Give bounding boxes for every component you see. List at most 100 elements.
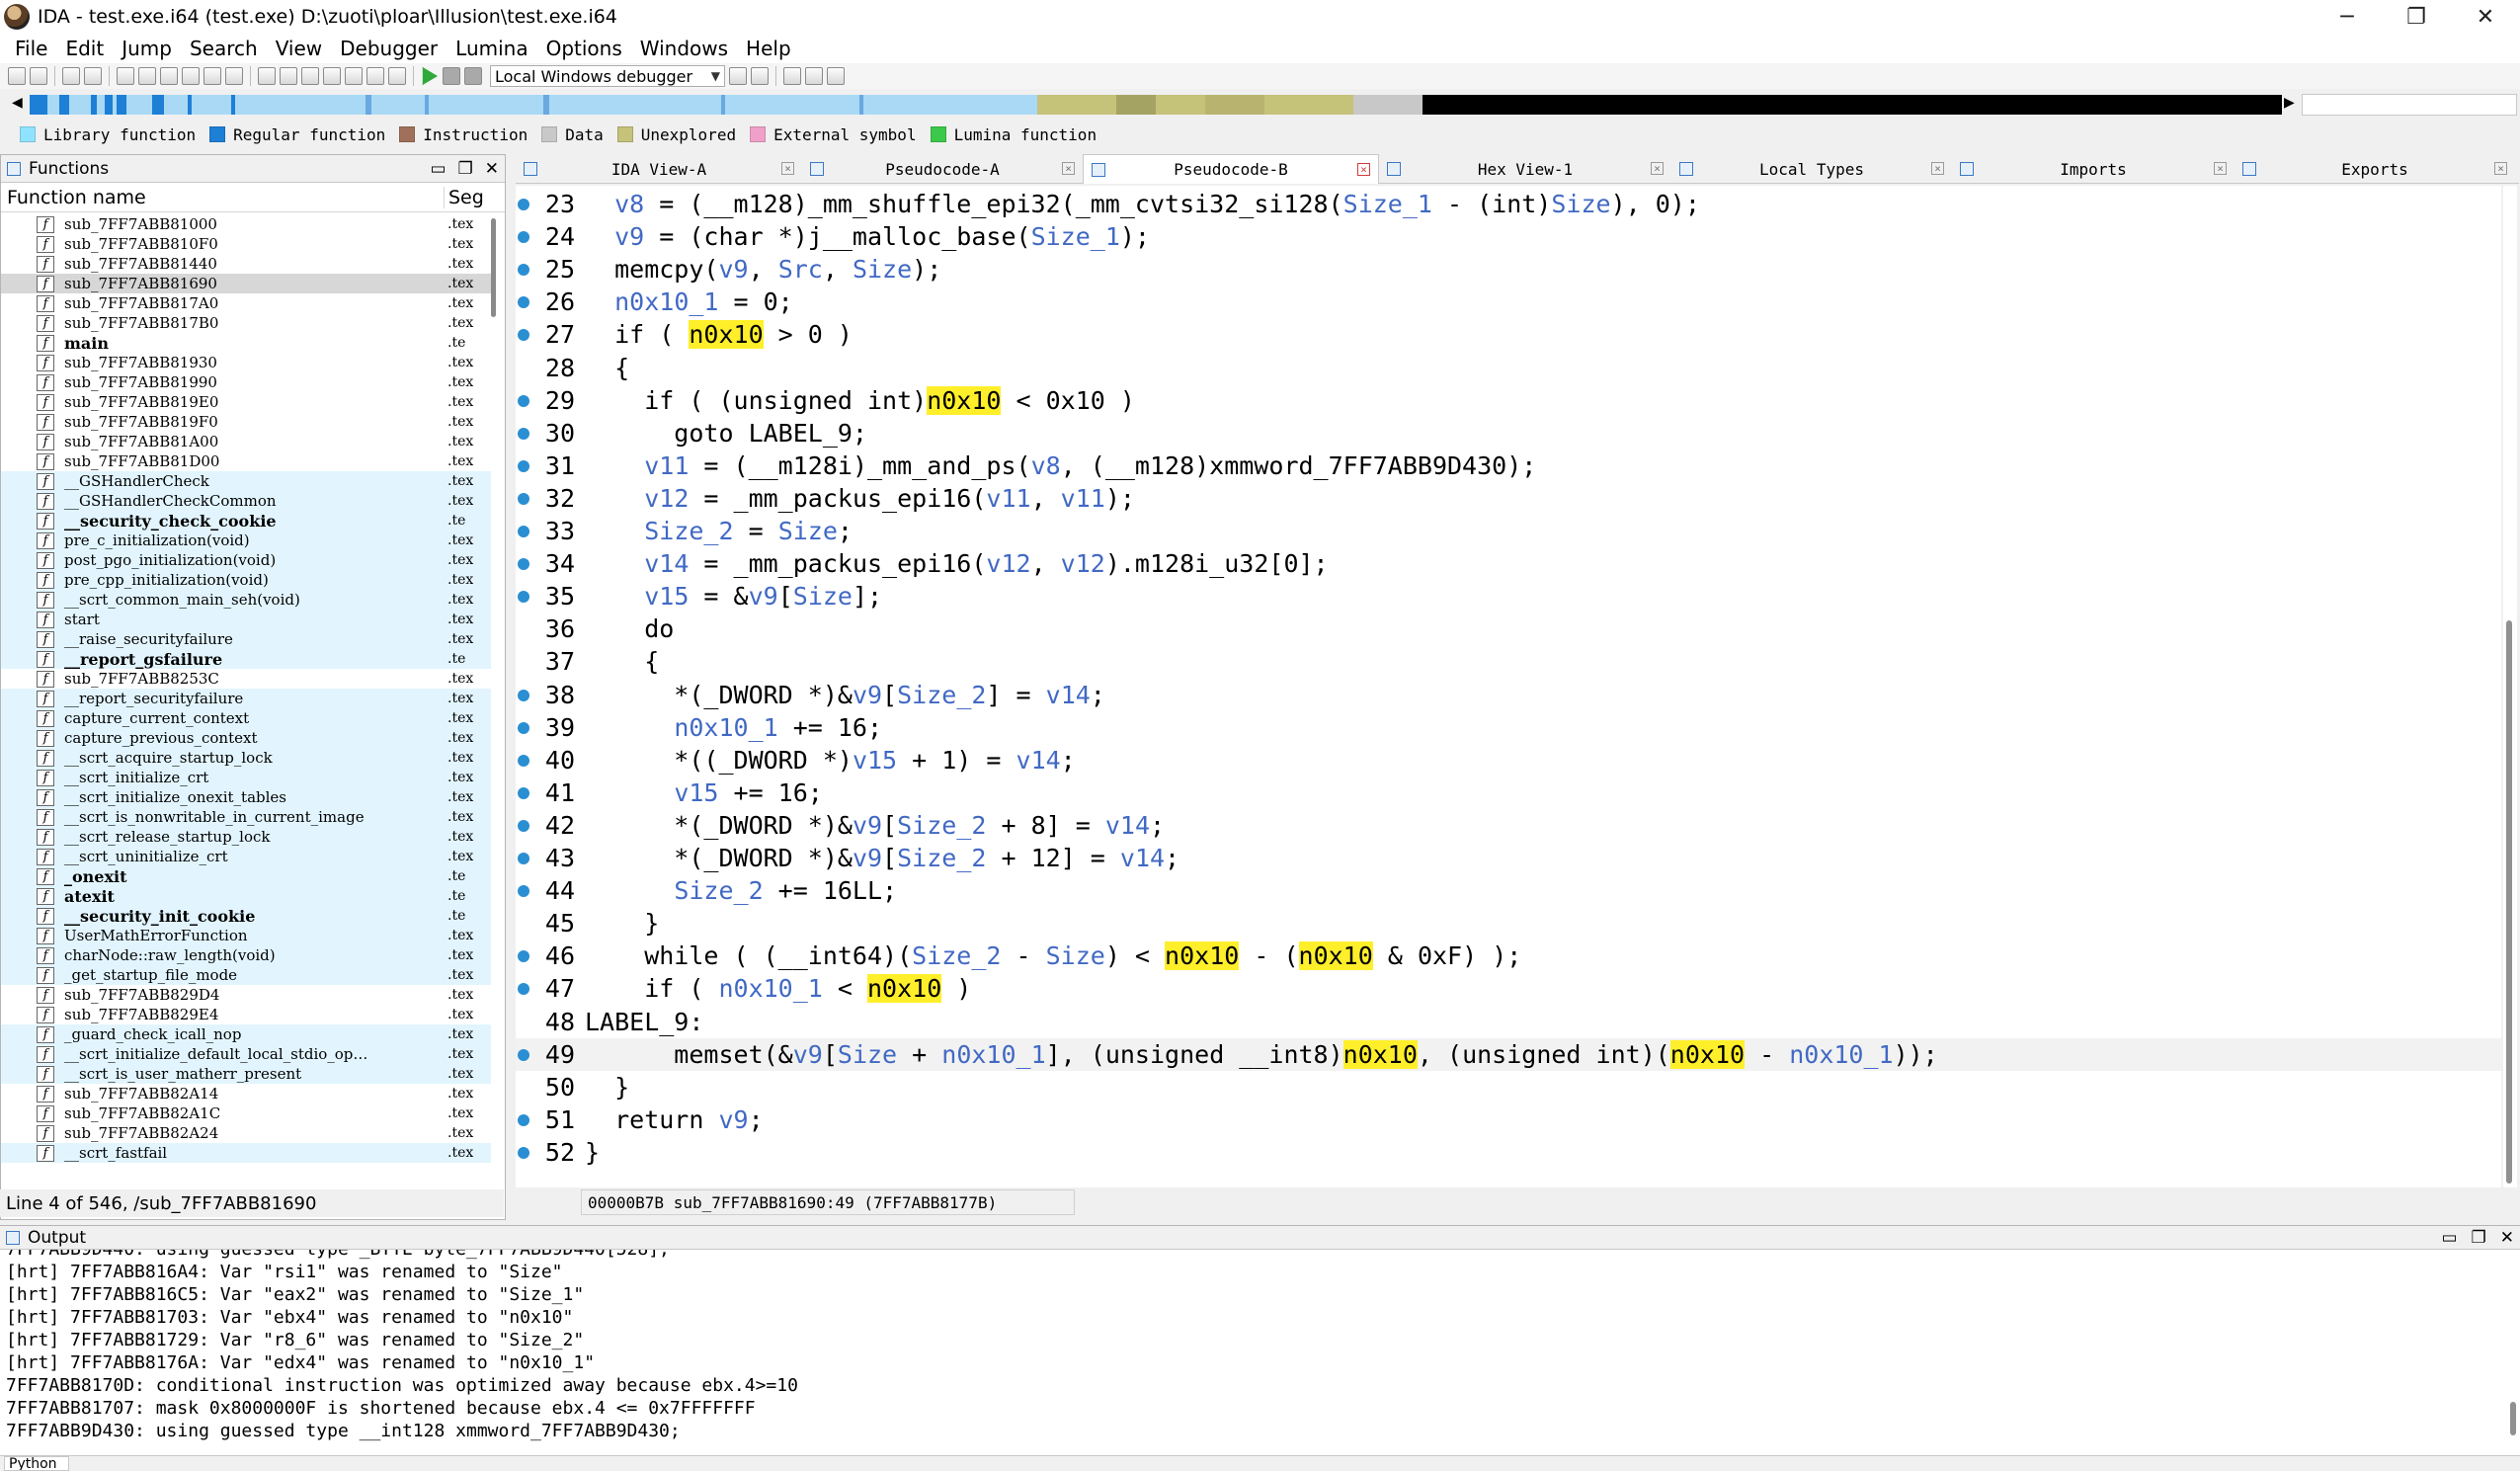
menu-file[interactable]: File — [6, 37, 56, 60]
code-line[interactable]: 44 Size_2 += 16LL; — [516, 874, 2501, 907]
code-line[interactable]: 49 memset(&v9[Size + n0x10_1], (unsigned… — [516, 1037, 2501, 1071]
xrefs-icon[interactable] — [827, 67, 845, 85]
tab-close-icon[interactable]: × — [1651, 162, 1664, 175]
tab-close-icon[interactable]: × — [1062, 162, 1075, 175]
nav-right-arrow-icon[interactable]: ▶ — [2284, 95, 2298, 115]
column-function-name[interactable]: Function name — [1, 187, 444, 208]
code-line[interactable]: 30 goto LABEL_9; — [516, 417, 2501, 449]
menu-search[interactable]: Search — [181, 37, 267, 60]
breakpoint-dot-icon[interactable] — [518, 427, 529, 440]
breakpoint-dot-icon[interactable] — [518, 983, 529, 996]
panel-maximize-icon[interactable]: ▭ — [2441, 1228, 2457, 1248]
code-line[interactable]: 34 v14 = _mm_packus_epi16(v12, v12).m128… — [516, 547, 2501, 580]
code-line[interactable]: 40 *((_DWORD *)v15 + 1) = v14; — [516, 744, 2501, 776]
code-icon[interactable] — [258, 67, 276, 85]
function-row[interactable]: f sub_7FF7ABB829D4 .tex — [1, 985, 491, 1005]
function-row[interactable]: f sub_7FF7ABB81000 .tex — [1, 214, 491, 234]
code-line[interactable]: 50 } — [516, 1071, 2501, 1103]
code-line[interactable]: 23 v8 = (__m128)_mm_shuffle_epi32(_mm_cv… — [516, 188, 2501, 220]
function-row[interactable]: f __report_securityfailure .tex — [1, 689, 491, 708]
menu-windows[interactable]: Windows — [631, 37, 737, 60]
breakpoint-dot-icon[interactable] — [518, 1146, 529, 1159]
function-row[interactable]: f sub_7FF7ABB829E4 .tex — [1, 1005, 491, 1024]
tab-pseudocode-a[interactable]: Pseudocode-A × — [802, 154, 1083, 184]
function-row[interactable]: f sub_7FF7ABB81D00 .tex — [1, 451, 491, 471]
breakpoint-dot-icon[interactable] — [518, 853, 529, 864]
function-row[interactable]: f __scrt_fastfail .tex — [1, 1143, 491, 1163]
menu-jump[interactable]: Jump — [113, 37, 181, 60]
breakpoint-dot-icon[interactable] — [518, 819, 529, 832]
function-row[interactable]: f sub_7FF7ABB81A00 .tex — [1, 432, 491, 451]
function-row[interactable]: f __report_gsfailure .te — [1, 649, 491, 669]
graph-view-icon[interactable] — [783, 67, 801, 85]
code-line[interactable]: 38 *(_DWORD *)&v9[Size_2] = v14; — [516, 679, 2501, 711]
segments-icon[interactable] — [160, 67, 178, 85]
code-line[interactable]: 31 v11 = (__m128i)_mm_and_ps(v8, (__m128… — [516, 449, 2501, 482]
breakpoint-dot-icon[interactable] — [518, 885, 529, 898]
function-row[interactable]: f __scrt_uninitialize_crt .tex — [1, 847, 491, 866]
function-row[interactable]: f capture_previous_context .tex — [1, 728, 491, 748]
code-line[interactable]: 28 { — [516, 352, 2501, 384]
names-icon[interactable] — [182, 67, 200, 85]
function-row[interactable]: f sub_7FF7ABB817B0 .tex — [1, 313, 491, 333]
function-row[interactable]: f __scrt_initialize_default_local_stdio_o… — [1, 1044, 491, 1064]
function-row[interactable]: f _onexit .te — [1, 866, 491, 886]
function-row[interactable]: f sub_7FF7ABB82A1C .tex — [1, 1103, 491, 1123]
stop-icon[interactable] — [464, 67, 482, 85]
function-row[interactable]: f __scrt_acquire_startup_lock .tex — [1, 748, 491, 768]
menu-help[interactable]: Help — [737, 37, 800, 60]
breakpoint-dot-icon[interactable] — [518, 786, 529, 799]
panel-maximize-icon[interactable]: ▭ — [430, 159, 446, 179]
breakpoint-dot-icon[interactable] — [518, 721, 529, 734]
function-row[interactable]: f sub_7FF7ABB819E0 .tex — [1, 392, 491, 412]
code-line[interactable]: 52} — [516, 1136, 2501, 1169]
string-icon[interactable] — [301, 67, 319, 85]
tab-close-icon[interactable]: × — [1931, 162, 1944, 175]
menu-view[interactable]: View — [267, 37, 331, 60]
functions-list[interactable]: f sub_7FF7ABB81000 .tex f sub_7FF7ABB810F0 .t… — [1, 214, 491, 1202]
function-row[interactable]: f sub_7FF7ABB819F0 .tex — [1, 412, 491, 432]
function-row[interactable]: f sub_7FF7ABB82A14 .tex — [1, 1084, 491, 1103]
tab-close-icon[interactable]: × — [2494, 162, 2507, 175]
scrollbar-thumb[interactable] — [2506, 620, 2512, 1184]
tab-close-icon[interactable]: × — [1357, 163, 1370, 176]
undefine-icon[interactable] — [345, 67, 363, 85]
code-line[interactable]: 43 *(_DWORD *)&v9[Size_2 + 12] = v14; — [516, 842, 2501, 874]
data-icon[interactable] — [280, 67, 297, 85]
function-row[interactable]: f _get_startup_file_mode .tex — [1, 965, 491, 985]
tab-exports[interactable]: Exports × — [2235, 154, 2515, 184]
function-row[interactable]: f __scrt_is_nonwritable_in_current_image.… — [1, 807, 491, 827]
function-row[interactable]: f __scrt_initialize_crt .tex — [1, 768, 491, 787]
maximize-button[interactable]: ❐ — [2382, 0, 2451, 34]
tab-ida-view-a[interactable]: IDA View-A × — [516, 154, 802, 184]
function-row[interactable]: f __scrt_initialize_onexit_tables .tex — [1, 787, 491, 807]
attach-icon[interactable] — [751, 67, 769, 85]
function-row[interactable]: f sub_7FF7ABB82A24 .tex — [1, 1123, 491, 1143]
pseudocode-view[interactable]: 23 v8 = (__m128)_mm_shuffle_epi32(_mm_cv… — [516, 186, 2501, 1187]
code-line[interactable]: 33 Size_2 = Size; — [516, 515, 2501, 547]
code-line[interactable]: 51 return v9; — [516, 1103, 2501, 1136]
function-row[interactable]: f sub_7FF7ABB817A0 .tex — [1, 293, 491, 313]
code-line[interactable]: 27 if ( n0x10 > 0 ) — [516, 318, 2501, 351]
breakpoint-dot-icon[interactable] — [518, 754, 529, 767]
function-row[interactable]: f sub_7FF7ABB81690 .tex — [1, 274, 491, 293]
pseudocode-scrollbar[interactable] — [2503, 186, 2517, 1187]
tab-close-icon[interactable]: × — [781, 162, 794, 175]
code-line[interactable]: 46 while ( (__int64)(Size_2 - Size) < n0… — [516, 940, 2501, 972]
function-row[interactable]: f UserMathErrorFunction .tex — [1, 926, 491, 945]
menu-edit[interactable]: Edit — [56, 37, 113, 60]
function-row[interactable]: f __scrt_release_startup_lock .tex — [1, 827, 491, 847]
function-row[interactable]: f sub_7FF7ABB81990 .tex — [1, 372, 491, 392]
function-row[interactable]: f sub_7FF7ABB810F0 .tex — [1, 234, 491, 254]
new-struct-icon[interactable] — [117, 67, 134, 85]
function-row[interactable]: f __scrt_common_main_seh(void) .tex — [1, 590, 491, 610]
breakpoint-dot-icon[interactable] — [518, 526, 529, 537]
function-row[interactable]: f __security_check_cookie .te — [1, 511, 491, 531]
column-segment[interactable]: Seg — [444, 186, 484, 208]
output-scrollbar[interactable] — [2508, 1254, 2518, 1439]
tab-local-types[interactable]: Local Types × — [1671, 154, 1952, 184]
menu-options[interactable]: Options — [537, 37, 631, 60]
function-row[interactable]: f start .tex — [1, 610, 491, 629]
breakpoint-dot-icon[interactable] — [518, 1048, 529, 1061]
close-button[interactable]: ✕ — [2451, 0, 2520, 34]
